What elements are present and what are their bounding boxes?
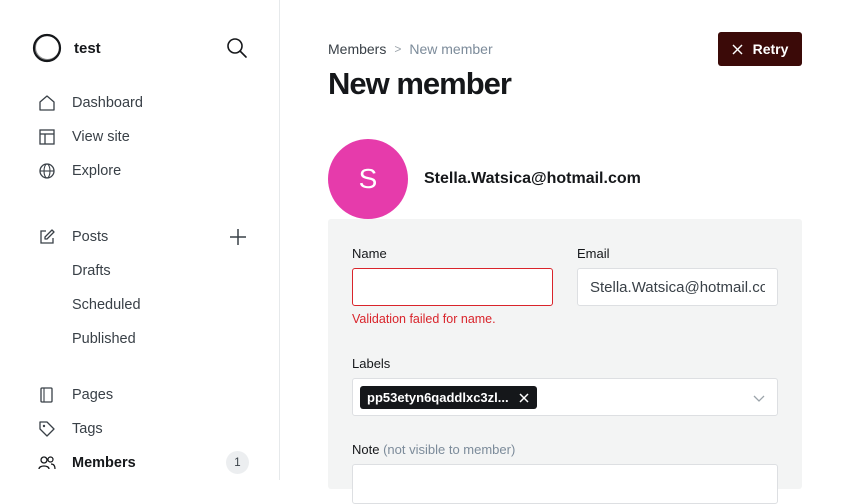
nav-members[interactable]: Members [38, 453, 136, 473]
sidebar: test Dashboard View site Explore Posts D… [0, 0, 280, 480]
nav-scheduled[interactable]: Scheduled [72, 297, 141, 313]
nav-pages-label: Pages [72, 387, 114, 403]
members-count-badge: 1 [226, 451, 249, 474]
close-icon [732, 44, 743, 54]
name-field[interactable] [352, 268, 553, 306]
nav-dashboard-label: Dashboard [72, 95, 143, 111]
site-brand[interactable]: test [32, 33, 101, 63]
name-error-message: Validation failed for name. [352, 312, 496, 326]
breadcrumb-separator: > [394, 42, 402, 56]
label-chip: pp53etyn6qaddlxc3zl... [360, 386, 537, 409]
nav-posts[interactable]: Posts [38, 227, 108, 247]
labels-label: Labels [352, 356, 391, 371]
layout-icon [39, 129, 55, 145]
avatar: S [328, 139, 408, 219]
home-icon [39, 95, 55, 111]
chevron-down-icon [753, 395, 765, 402]
breadcrumb-parent-link[interactable]: Members [328, 41, 386, 57]
remove-label-icon[interactable] [519, 392, 529, 403]
note-label-text: Note [352, 442, 380, 457]
edit-icon [40, 229, 55, 244]
note-label: Note (not visible to member) [352, 442, 515, 457]
breadcrumb: Members > New member [328, 41, 493, 57]
name-label: Name [352, 246, 387, 261]
site-name: test [74, 39, 101, 57]
nav-explore[interactable]: Explore [38, 161, 121, 181]
member-email-heading: Stella.Watsica@hotmail.com [424, 170, 641, 187]
nav-view-site[interactable]: View site [38, 127, 130, 147]
retry-button[interactable]: Retry [718, 32, 802, 66]
search-icon[interactable] [226, 37, 248, 59]
email-label: Email [577, 246, 610, 261]
globe-icon [39, 163, 55, 179]
nav-pages[interactable]: Pages [38, 385, 113, 405]
retry-button-label: Retry [752, 41, 789, 57]
label-chip-text: pp53etyn6qaddlxc3zl... [367, 390, 509, 405]
nav-members-label: Members [72, 455, 136, 471]
site-logo-icon [32, 33, 62, 63]
labels-select[interactable]: pp53etyn6qaddlxc3zl... [352, 378, 778, 416]
page-icon [40, 387, 53, 403]
note-field[interactable] [352, 464, 778, 504]
nav-tags[interactable]: Tags [38, 419, 103, 439]
page-title: New member [328, 66, 512, 101]
nav-explore-label: Explore [72, 163, 122, 179]
nav-dashboard[interactable]: Dashboard [38, 93, 143, 113]
tag-icon [39, 421, 55, 437]
note-hint: (not visible to member) [383, 442, 516, 457]
members-icon [38, 456, 56, 470]
email-field[interactable] [577, 268, 778, 306]
breadcrumb-current: New member [409, 41, 493, 57]
nav-view-site-label: View site [72, 129, 130, 145]
nav-posts-label: Posts [72, 229, 109, 245]
nav-drafts[interactable]: Drafts [72, 263, 111, 279]
new-post-plus-icon[interactable] [229, 228, 247, 246]
nav-published[interactable]: Published [72, 331, 136, 347]
nav-tags-label: Tags [72, 421, 103, 437]
